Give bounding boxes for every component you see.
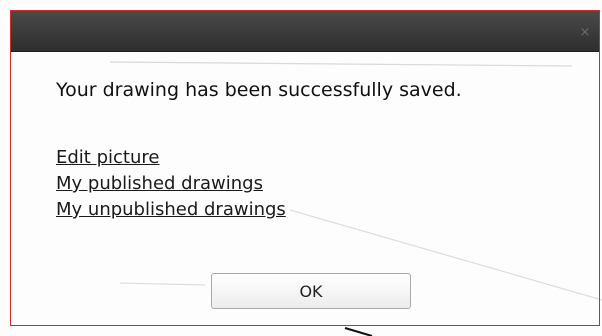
save-confirmation-dialog: × Your drawing has been successfully sav…	[10, 10, 600, 326]
save-success-message: Your drawing has been successfully saved…	[56, 79, 462, 101]
dialog-links: Edit picture My published drawings My un…	[56, 145, 286, 223]
my-published-drawings-link[interactable]: My published drawings	[56, 171, 286, 197]
my-unpublished-drawings-link[interactable]: My unpublished drawings	[56, 197, 286, 223]
canvas-stroke	[344, 327, 373, 336]
edit-picture-link[interactable]: Edit picture	[56, 145, 286, 171]
screen: × Your drawing has been successfully sav…	[0, 0, 602, 336]
dialog-titlebar: ×	[11, 11, 599, 52]
close-icon[interactable]: ×	[577, 25, 593, 41]
ok-button[interactable]: OK	[211, 273, 411, 309]
